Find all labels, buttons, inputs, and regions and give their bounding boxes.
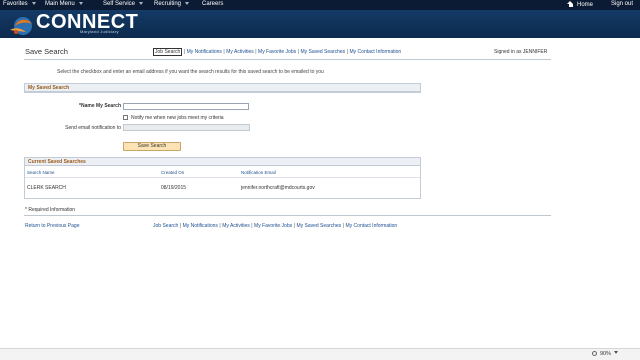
divider [24,59,551,60]
notify-checkbox[interactable] [123,115,128,120]
link-my-activities[interactable]: My Activities [226,49,254,55]
my-saved-search-group: My Saved Search [24,83,421,93]
notify-label: Notify me when new jobs meet my criteria [131,115,224,121]
email-notification-label: Send email notification to [65,125,121,131]
chevron-down-icon [185,1,190,5]
row-search-name: CLERK SEARCH [27,185,66,191]
chevron-down-icon [31,1,36,5]
search-name-input[interactable] [123,103,249,110]
top-nav-bar: Favorites Main Menu Self Service Recruit… [0,0,640,10]
main-menu[interactable]: Main Menu [45,1,83,7]
main-menu-label: Main Menu [45,1,75,7]
home-label: Home [577,2,594,8]
home-link[interactable]: Home [567,1,593,8]
link-my-favorite-jobs[interactable]: My Favorite Jobs [254,223,292,229]
page-title: Save Search [25,47,68,56]
brand-subtitle: Maryland Judiciary [80,29,119,34]
email-notification-field[interactable] [123,124,250,131]
sign-out-link[interactable]: Sign out [611,1,633,7]
link-my-contact-information[interactable]: My Contact Information [350,49,402,55]
zoom-icon [591,351,597,356]
link-my-favorite-jobs[interactable]: My Favorite Jobs [258,49,296,55]
instruction-text: Select the checkbox and enter an email a… [57,69,324,75]
chevron-down-icon [614,351,618,354]
my-saved-search-header: My Saved Search [25,84,420,92]
link-job-search[interactable]: Job Search [153,223,178,229]
chevron-down-icon [78,1,83,5]
return-to-previous-page-link[interactable]: Return to Previous Page [25,223,79,229]
current-saved-searches-group: Current Saved Searches [24,157,421,199]
link-my-saved-searches[interactable]: My Saved Searches [300,49,345,55]
favorites-menu[interactable]: Favorites [3,1,36,7]
favorites-label: Favorites [3,1,28,7]
required-note: * Required Information [25,207,76,213]
chevron-down-icon [139,1,144,5]
zoom-level: 90% [599,351,611,357]
careers-menu[interactable]: Careers [202,1,223,7]
row-notification-email: jennifer.northcraft@mdcourts.gov [241,185,315,191]
table-header-divider [25,177,420,178]
recruiting-menu[interactable]: Recruiting [154,1,190,7]
link-my-contact-information[interactable]: My Contact Information [346,223,398,229]
row-created-on: 08/19/2015 [161,185,187,191]
link-my-notifications[interactable]: My Notifications [187,49,222,55]
recruiting-label: Recruiting [154,1,182,7]
return-link-container: Return to Previous Page [25,223,79,229]
home-icon [567,1,574,7]
judiciary-logo-icon [10,17,32,35]
signed-in-label: Signed in as JENNIFER [494,49,548,55]
self-service-menu[interactable]: Self Service [103,1,144,7]
save-search-button[interactable]: Save Search [123,142,181,151]
status-bar: 90% [0,348,640,360]
link-my-saved-searches[interactable]: My Saved Searches [296,223,341,229]
link-job-search[interactable]: Job Search [153,48,183,56]
current-saved-searches-header: Current Saved Searches [25,158,420,166]
divider [24,215,551,216]
link-my-notifications[interactable]: My Notifications [183,223,218,229]
link-my-activities[interactable]: My Activities [222,223,250,229]
column-notification-email[interactable]: Notification Email [241,170,276,175]
self-service-label: Self Service [103,1,136,7]
column-search-name[interactable]: Search Name [27,170,55,175]
name-my-search-label: *Name My Search [79,103,121,109]
bottom-links: Job Search | My Notifications | My Activitie… [153,223,398,229]
top-links: Job Search | My Notifications | My Activitie… [153,48,402,56]
column-created-on[interactable]: Created On [161,170,184,175]
zoom-control[interactable]: 90% [591,351,618,357]
